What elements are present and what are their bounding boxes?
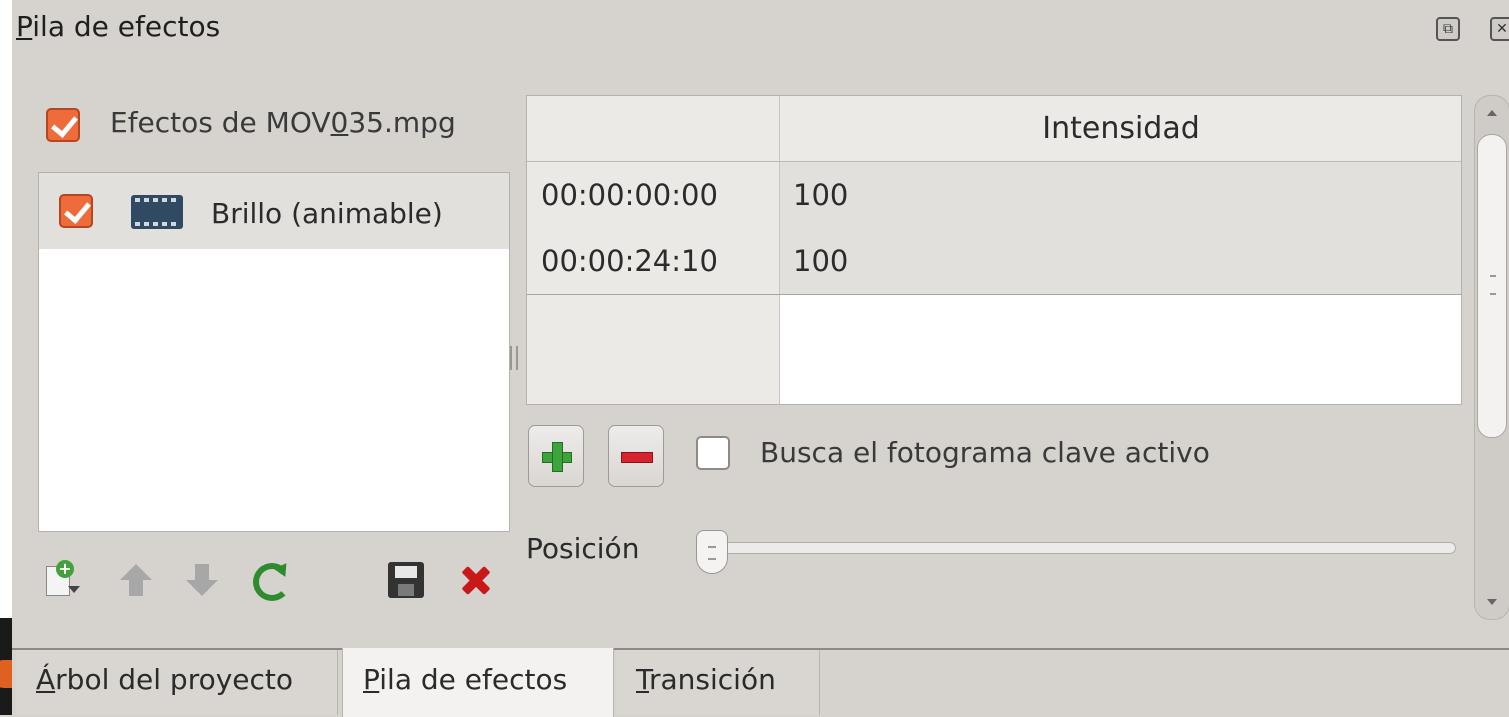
- tab-project-tree[interactable]: Árbol del proyecto: [16, 650, 338, 715]
- seek-keyframe-label: Busca el fotograma clave activo: [760, 436, 1210, 469]
- move-up-icon[interactable]: [116, 560, 156, 600]
- effects-enable-checkbox[interactable]: [46, 108, 80, 142]
- desktop-background: [0, 0, 12, 715]
- position-slider[interactable]: [708, 542, 1456, 554]
- keyframe-table[interactable]: Intensidad 00:00:00:00 100 00:00:24:10 1…: [526, 95, 1462, 405]
- table-empty-area: [527, 295, 780, 404]
- remove-keyframe-button[interactable]: [608, 425, 664, 487]
- splitter-handle[interactable]: [510, 346, 518, 370]
- dock-title-text: ila de efectos: [32, 10, 221, 43]
- table-corner: [527, 96, 780, 161]
- save-icon[interactable]: [386, 560, 426, 600]
- table-row[interactable]: 00:00:00:00 100: [527, 162, 1461, 229]
- position-label: Posición: [526, 532, 640, 565]
- add-keyframe-button[interactable]: [528, 425, 584, 487]
- seek-keyframe-checkbox[interactable]: [696, 436, 730, 470]
- dock-title-mnemonic: P: [16, 10, 33, 43]
- dock-tab-bar: Árbol del proyecto Pila de efectos Trans…: [12, 648, 1509, 717]
- effect-list[interactable]: Brillo (animable): [38, 172, 510, 532]
- vertical-scrollbar[interactable]: [1474, 95, 1509, 620]
- add-effect-icon[interactable]: +: [42, 560, 82, 600]
- tab-effect-stack[interactable]: Pila de efectos: [342, 648, 614, 717]
- move-down-icon[interactable]: [182, 560, 222, 600]
- keyframe-table-header: Intensidad: [527, 96, 1461, 162]
- effect-label: Brillo (animable): [211, 197, 443, 230]
- table-row[interactable]: 00:00:24:10 100: [527, 228, 1461, 295]
- scroll-down-icon[interactable]: [1487, 599, 1497, 605]
- reload-icon[interactable]: [250, 559, 293, 601]
- position-slider-handle[interactable]: [696, 530, 728, 574]
- scrollbar-thumb[interactable]: [1477, 134, 1507, 438]
- tab-transition[interactable]: Transición: [616, 650, 820, 715]
- effects-header-label: Efectos de MOV035.mpg: [110, 106, 456, 139]
- keyframe-time[interactable]: 00:00:24:10: [527, 228, 780, 294]
- keyframe-time[interactable]: 00:00:00:00: [527, 162, 780, 228]
- keyframe-value[interactable]: 100: [793, 162, 848, 228]
- scroll-up-icon[interactable]: [1487, 110, 1497, 116]
- effect-stack-dock: Pila de efectos ⧉ ✕ Efectos de MOV035.mp…: [12, 0, 1509, 648]
- effect-enable-checkbox[interactable]: [59, 194, 93, 228]
- close-icon[interactable]: ✕: [1490, 17, 1509, 41]
- column-header-intensidad[interactable]: Intensidad: [781, 96, 1461, 161]
- keyframe-value[interactable]: 100: [793, 228, 848, 294]
- dock-title: Pila de efectos: [16, 10, 220, 43]
- restore-window-icon[interactable]: ⧉: [1436, 17, 1460, 41]
- effect-list-item[interactable]: Brillo (animable): [39, 173, 509, 249]
- delete-icon[interactable]: [456, 560, 496, 600]
- film-icon: [131, 195, 183, 229]
